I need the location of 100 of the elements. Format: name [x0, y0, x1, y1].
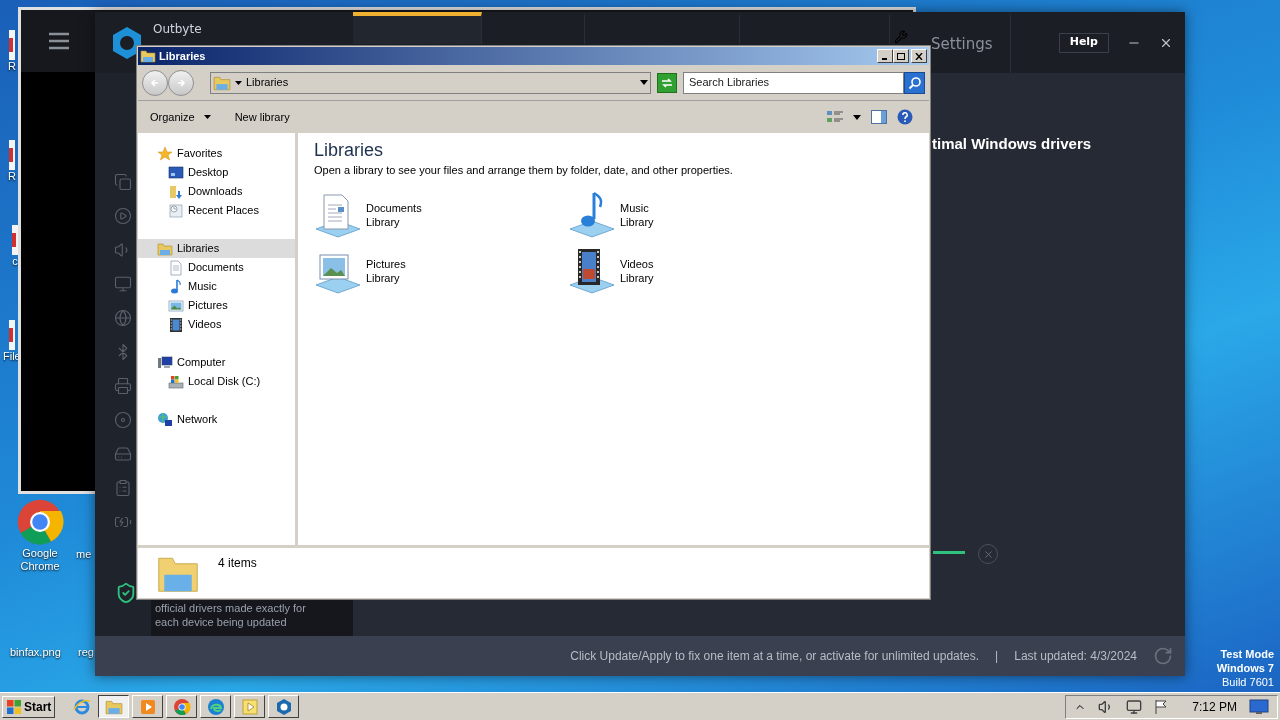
start-button[interactable]: Start	[2, 695, 56, 718]
nav-item[interactable]: Libraries	[138, 239, 295, 258]
play-icon	[240, 697, 259, 716]
sidebar-note-line: each device being updated	[155, 615, 288, 629]
downloads-icon	[168, 183, 184, 200]
preview-pane-icon[interactable]	[871, 110, 887, 124]
file-icon	[8, 30, 15, 60]
system-notice-line: Windows 7	[1216, 661, 1274, 675]
drive-icon[interactable]	[114, 445, 132, 463]
search-icon	[907, 75, 922, 90]
search-field[interactable]: Search Libraries	[683, 71, 904, 94]
recent-places-icon	[168, 202, 184, 219]
desktop-icon-label[interactable]: R	[8, 60, 16, 73]
close-icon	[982, 548, 994, 560]
shield-check-icon	[115, 582, 137, 604]
music-library-icon	[568, 190, 616, 239]
disk-drive-icon	[168, 373, 184, 390]
back-button[interactable]	[142, 69, 168, 96]
help-button[interactable]: Help	[1058, 32, 1109, 53]
browser-e-icon	[73, 697, 92, 716]
maximize-button[interactable]	[893, 49, 909, 63]
toolbar-button[interactable]: Organize	[150, 108, 211, 126]
clipboard-icon[interactable]	[114, 479, 132, 497]
desktop-icon-label[interactable]: Google Chrome	[12, 547, 68, 573]
item-count: 4 items	[218, 555, 257, 572]
help-icon[interactable]	[897, 109, 913, 125]
window-title: Libraries	[159, 48, 206, 64]
library-name: Music	[620, 200, 650, 215]
forward-button[interactable]	[168, 69, 194, 96]
edge-icon	[206, 697, 225, 716]
dropdown-caret-icon[interactable]	[640, 80, 648, 85]
library-name: Pictures	[366, 256, 406, 271]
globe-icon[interactable]	[114, 309, 132, 327]
refresh-button[interactable]	[657, 72, 677, 93]
disc-icon[interactable]	[114, 411, 132, 429]
close-icon	[915, 52, 923, 60]
film-icon	[168, 316, 184, 333]
folder-icon	[140, 48, 156, 64]
library-item[interactable]: Videos Library	[568, 246, 822, 295]
star-icon	[157, 145, 173, 162]
library-item[interactable]: Music Library	[568, 190, 822, 239]
library-item[interactable]: Pictures Library	[314, 246, 568, 295]
flag-icon[interactable]	[1154, 698, 1169, 715]
desktop-icon-label[interactable]: c	[12, 255, 18, 268]
system-notice-line: Build 7601	[1222, 675, 1274, 689]
chrome-icon	[15, 497, 65, 547]
library-icon	[157, 240, 173, 257]
desktop-icon	[168, 164, 184, 181]
library-name: Documents	[366, 200, 422, 215]
file-icon	[8, 320, 15, 350]
minimize-button[interactable]	[877, 49, 893, 63]
taskbar-button[interactable]	[98, 695, 130, 718]
desktop-icon-label[interactable]: R	[8, 170, 16, 183]
caret-icon	[235, 80, 242, 85]
file-icon	[8, 140, 15, 170]
arrow-right-icon	[176, 77, 186, 88]
toolbar-button[interactable]: New library	[234, 108, 290, 126]
library-description: Open a library to see your files and arrange them by folder, date, and other properties.	[314, 163, 734, 178]
file-icon	[12, 225, 18, 255]
sidebar-note-line: official drivers made exactly for	[155, 601, 306, 615]
library-name: Videos	[620, 256, 654, 271]
library-type: Library	[620, 214, 654, 229]
library-item[interactable]: Documents Library	[314, 190, 568, 239]
search-button[interactable]	[904, 71, 925, 94]
footer-separator: |	[995, 648, 999, 665]
app-tab[interactable]	[353, 12, 482, 44]
library-type: Library	[620, 270, 654, 285]
show-desktop-icon[interactable]	[1249, 698, 1269, 715]
view-list-icon[interactable]	[827, 110, 843, 124]
play-icon[interactable]	[114, 207, 132, 225]
screens-icon[interactable]	[114, 173, 132, 191]
caret-icon[interactable]	[853, 114, 861, 120]
section-heading: timal Windows drivers	[932, 134, 1092, 154]
address-field[interactable]: Libraries	[210, 71, 651, 94]
video-library-icon	[568, 246, 616, 295]
play-icon	[138, 697, 157, 716]
chrome-icon	[172, 697, 191, 716]
monitor-icon[interactable]	[114, 275, 132, 293]
music-note-icon	[168, 278, 184, 295]
caret-icon	[203, 115, 211, 119]
refresh-icon[interactable]	[1153, 646, 1173, 666]
brand-name: Outbyte	[153, 23, 202, 36]
system-notice-line: Test Mode	[1220, 647, 1274, 661]
library-type: Library	[366, 270, 401, 285]
computer-icon	[157, 354, 173, 371]
last-updated-text: Last updated: 4/3/2024	[1014, 648, 1137, 665]
document-icon	[168, 259, 184, 276]
maximize-icon	[897, 52, 905, 60]
footer-message: Click Update/Apply to fix one item at a time, or activate for unlimited updates.	[570, 648, 980, 665]
arrow-left-icon	[150, 77, 160, 88]
library-type: Library	[366, 214, 401, 229]
windows-logo-icon	[6, 698, 22, 715]
close-button[interactable]	[911, 49, 927, 63]
library-heading: Libraries	[314, 139, 385, 161]
refresh-arrows-icon	[660, 76, 674, 89]
picture-icon	[168, 297, 184, 314]
address-text: Libraries	[246, 75, 289, 91]
printer-icon[interactable]	[114, 377, 132, 395]
clock[interactable]: 7:12 PM	[1192, 697, 1237, 716]
menu-icon[interactable]	[48, 31, 70, 51]
